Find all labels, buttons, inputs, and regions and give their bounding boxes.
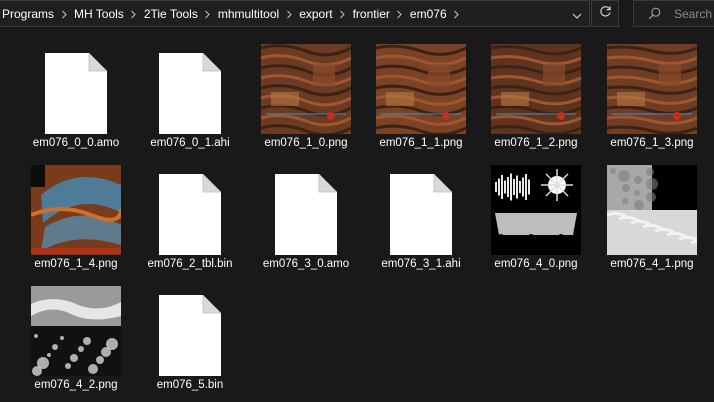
file-item[interactable]: em076_1_4.png xyxy=(20,161,132,275)
file-name: em076_1_1.png xyxy=(379,137,463,149)
file-name: em076_5.bin xyxy=(156,379,224,391)
image-thumbnail xyxy=(20,161,132,255)
document-icon xyxy=(20,40,132,134)
file-name: em076_1_0.png xyxy=(264,137,348,149)
image-thumbnail xyxy=(480,161,592,255)
file-name: em076_3_1.ahi xyxy=(381,258,461,270)
breadcrumb-chevron-icon[interactable] xyxy=(126,1,142,28)
image-thumbnail xyxy=(250,40,362,134)
address-toolbar: Programs MH Tools 2Tie Tools mhmultitool exp… xyxy=(0,0,714,29)
image-thumbnail xyxy=(596,161,708,255)
file-item[interactable]: em076_1_3.png xyxy=(596,40,708,154)
breadcrumb-item[interactable]: Programs xyxy=(0,1,56,28)
file-item[interactable]: em076_0_1.ahi xyxy=(134,40,246,154)
breadcrumb-chevron-icon[interactable] xyxy=(56,1,72,28)
file-item[interactable]: em076_1_1.png xyxy=(365,40,477,154)
breadcrumb-chevron-icon[interactable] xyxy=(335,1,351,28)
file-name: em076_1_4.png xyxy=(34,258,118,270)
refresh-icon xyxy=(599,5,612,23)
image-thumbnail xyxy=(596,40,708,134)
breadcrumb-chevron-icon[interactable] xyxy=(200,1,216,28)
search-box[interactable]: Search xyxy=(633,0,714,27)
file-name: em076_4_0.png xyxy=(494,258,578,270)
file-item[interactable]: em076_1_2.png xyxy=(480,40,592,154)
file-item[interactable]: em076_2_tbl.bin xyxy=(134,161,246,275)
breadcrumb-item[interactable]: export xyxy=(297,1,334,28)
breadcrumb-item[interactable]: em076 xyxy=(408,1,449,28)
file-name: em076_4_2.png xyxy=(34,379,118,391)
document-icon xyxy=(134,282,246,376)
file-grid: em076_0_0.amo em076_0_1.ahi em076_1_0.png e… xyxy=(0,0,714,402)
file-item[interactable]: em076_5.bin xyxy=(134,282,246,396)
document-icon xyxy=(365,161,477,255)
file-item[interactable]: em076_0_0.amo xyxy=(20,40,132,154)
address-dropdown-button[interactable] xyxy=(563,1,590,28)
breadcrumb-item[interactable]: mhmultitool xyxy=(216,1,281,28)
document-icon xyxy=(134,40,246,134)
breadcrumb-chevron-icon[interactable] xyxy=(392,1,408,28)
breadcrumb-item[interactable]: 2Tie Tools xyxy=(142,1,200,28)
file-name: em076_3_0.amo xyxy=(262,258,350,270)
file-name: em076_2_tbl.bin xyxy=(147,258,233,270)
breadcrumb-item[interactable]: frontier xyxy=(351,1,392,28)
file-name: em076_1_3.png xyxy=(610,137,694,149)
file-item[interactable]: em076_4_2.png xyxy=(20,282,132,396)
file-item[interactable]: em076_3_0.amo xyxy=(250,161,362,275)
breadcrumb-chevron-icon[interactable] xyxy=(449,1,465,28)
file-item[interactable]: em076_3_1.ahi xyxy=(365,161,477,275)
address-bar[interactable]: Programs MH Tools 2Tie Tools mhmultitool exp… xyxy=(0,0,590,27)
breadcrumb-chevron-icon[interactable] xyxy=(281,1,297,28)
document-icon xyxy=(134,161,246,255)
document-icon xyxy=(250,161,362,255)
file-name: em076_4_1.png xyxy=(610,258,694,270)
file-item[interactable]: em076_4_1.png xyxy=(596,161,708,275)
image-thumbnail xyxy=(480,40,592,134)
search-input[interactable]: Search xyxy=(674,7,712,21)
search-icon xyxy=(648,7,662,21)
file-name: em076_0_0.amo xyxy=(32,137,120,149)
file-name: em076_0_1.ahi xyxy=(150,137,230,149)
image-thumbnail xyxy=(20,282,132,376)
image-thumbnail xyxy=(365,40,477,134)
breadcrumb-item[interactable]: MH Tools xyxy=(72,1,126,28)
breadcrumb: Programs MH Tools 2Tie Tools mhmultitool exp… xyxy=(0,1,465,28)
file-name: em076_1_2.png xyxy=(494,137,578,149)
file-item[interactable]: em076_1_0.png xyxy=(250,40,362,154)
refresh-button[interactable] xyxy=(591,0,619,27)
file-item[interactable]: em076_4_0.png xyxy=(480,161,592,275)
chevron-down-icon xyxy=(572,6,582,24)
